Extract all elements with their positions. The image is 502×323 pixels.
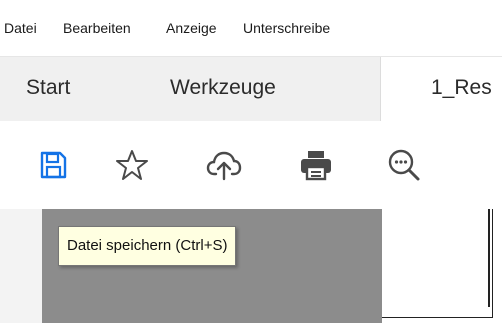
left-panel-strip	[0, 209, 42, 323]
cloud-upload-icon	[206, 151, 242, 181]
tab-werkzeuge[interactable]: Werkzeuge	[170, 75, 276, 101]
save-icon	[40, 151, 67, 179]
save-tooltip: Datei speichern (Ctrl+S)	[58, 226, 237, 266]
tab-start[interactable]: Start	[26, 75, 70, 101]
menu-item-unterschreiben[interactable]: Unterschreibe	[243, 19, 330, 37]
zoom-out-button[interactable]	[384, 145, 424, 185]
tab-document[interactable]: 1_Res	[431, 75, 492, 101]
upload-button[interactable]	[204, 145, 244, 185]
menu-bar: Datei Bearbeiten Anzeige Unterschreibe	[0, 0, 502, 57]
star-icon	[116, 150, 148, 180]
document-page[interactable]	[382, 209, 493, 318]
print-button[interactable]	[296, 145, 336, 185]
menu-item-datei[interactable]: Datei	[4, 19, 37, 37]
zoom-out-icon	[388, 149, 420, 181]
toolbar	[0, 121, 502, 209]
page-border-line	[488, 209, 490, 307]
bookmark-button[interactable]	[112, 145, 152, 185]
print-icon	[301, 151, 331, 181]
menu-item-anzeige[interactable]: Anzeige	[166, 19, 217, 37]
menu-item-bearbeiten[interactable]: Bearbeiten	[63, 19, 131, 37]
tab-bar: Start Werkzeuge 1_Res	[0, 57, 502, 121]
save-button[interactable]	[33, 145, 73, 185]
